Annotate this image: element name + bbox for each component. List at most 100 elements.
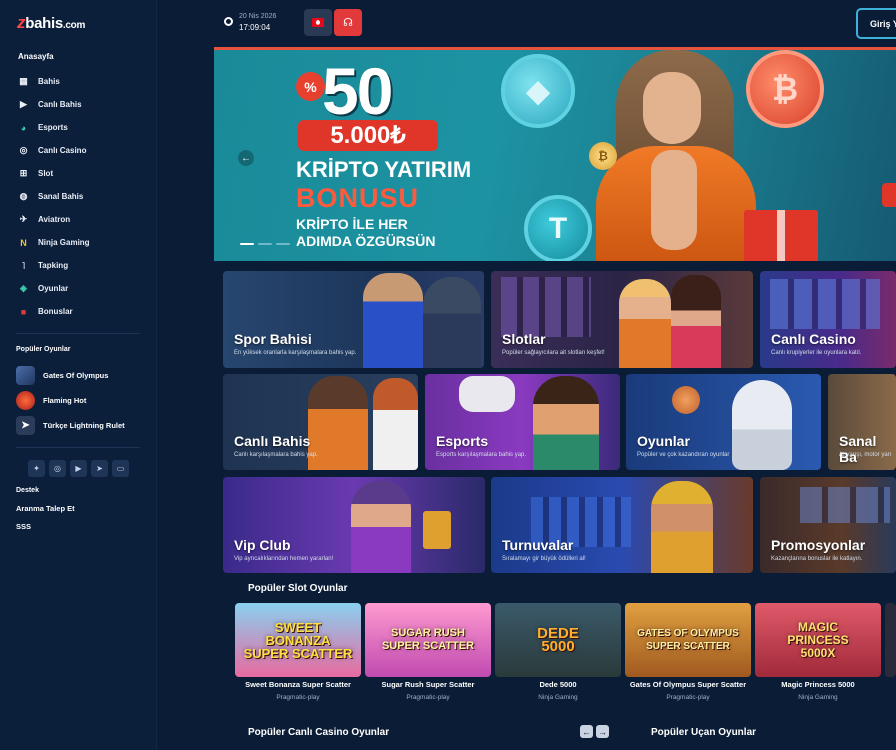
popular-game-item[interactable]: Gates Of Olympus: [16, 363, 125, 388]
carousel-next-button[interactable]: →: [596, 725, 609, 738]
game-card[interactable]: GATES OF OLYMPUS SUPER SCATTER: [625, 603, 751, 677]
category-card-turnuvalar[interactable]: Turnuvalar Sıralamayı gir büyük ödülleri…: [491, 477, 753, 573]
carousel-dot[interactable]: [240, 243, 254, 245]
live-support-button[interactable]: ☊: [334, 9, 362, 36]
category-card-canli-casino[interactable]: Canlı Casino Canlı krupiyerler ile oyunl…: [760, 271, 896, 368]
hero-banner[interactable]: ◆ ₿ T ₿ ← % 50 5.000₺ KRİPTO YATIRIM BON…: [214, 47, 896, 261]
category-card-sanal-bahis[interactable]: Sanal Ba At yarışı, motor yarı: [828, 374, 896, 470]
game-card[interactable]: SWEET BONANZA SUPER SCATTER: [235, 603, 361, 677]
sidebar-item-slot[interactable]: ⊞ Slot: [0, 162, 157, 185]
youtube-icon[interactable]: ▶: [70, 460, 87, 477]
game-art-title: MAGIC PRINCESS 5000X: [787, 619, 849, 660]
sidebar: zbahis.com Anasayfa ▦ Bahis ▶ Canlı Bahis …: [0, 0, 157, 750]
category-card-slotlar[interactable]: Slotlar Popüler sağlayıcılara ait slotla…: [491, 271, 753, 368]
game-provider: Pragmatic-play: [276, 694, 320, 701]
virtual-icon: ◍: [19, 191, 28, 201]
game-thumbnail: [16, 366, 35, 385]
game-card-partial[interactable]: [885, 603, 896, 677]
woman-illustration: [671, 275, 721, 368]
popular-game-label: Flaming Hot: [43, 396, 87, 405]
sidebar-item-label: Slot: [38, 169, 54, 178]
hero-headline-accent: BONUSU: [296, 183, 420, 213]
helmet-player-illustration: [423, 277, 481, 368]
hero-prev-arrow[interactable]: ←: [238, 150, 254, 166]
headset-icon: ☊: [343, 17, 353, 29]
logo-domain: .com: [62, 20, 86, 31]
clock-icon: [224, 17, 233, 26]
language-button[interactable]: [304, 9, 332, 36]
current-date: 20 Nis 2026: [239, 13, 277, 20]
live-tv-icon: ▶: [20, 99, 27, 109]
popular-game-item[interactable]: ➤ Türkçe Lightning Rulet: [16, 413, 125, 438]
game-provider: Ninja Gaming: [798, 694, 838, 701]
category-subtitle: At yarışı, motor yarı: [839, 452, 892, 458]
social-links: ✦ ◎ ▶ ➤ ▭: [28, 460, 129, 477]
sidebar-item-oyunlar[interactable]: ◈ Oyunlar: [0, 277, 157, 300]
game-provider: Ninja Gaming: [538, 694, 578, 701]
category-subtitle: Vip ayrıcalıklarından hemen yararlan!: [234, 556, 334, 562]
carousel-prev-button[interactable]: ←: [580, 725, 593, 738]
game-thumbnail: ➤: [16, 416, 35, 435]
grid-icon: ▦: [19, 76, 28, 86]
telegram-icon[interactable]: ➤: [91, 460, 108, 477]
sidebar-item-tapking[interactable]: ˥ Tapking: [0, 254, 157, 277]
carousel-dots: [240, 243, 290, 245]
bonus-amount: 5.000₺: [298, 120, 438, 151]
chest: [651, 150, 697, 250]
tap-icon: ˥: [21, 260, 26, 271]
sidebar-divider: [16, 333, 140, 334]
category-title: Vip Club: [234, 537, 291, 553]
nav-heading[interactable]: Anasayfa: [18, 52, 54, 61]
category-card-oyunlar[interactable]: Oyunlar Popüler ve çok kazandıran oyunla…: [626, 374, 821, 470]
game-card[interactable]: DEDE 5000: [495, 603, 621, 677]
category-subtitle: Popüler sağlayıcılara ait slotları keşfe…: [502, 350, 605, 356]
login-button[interactable]: Giriş Y: [856, 8, 896, 39]
logo[interactable]: zbahis.com: [17, 13, 85, 33]
casino-room-illustration: [800, 487, 890, 523]
sidebar-item-ninja-gaming[interactable]: N Ninja Gaming: [0, 231, 157, 254]
tether-coin-icon: T: [524, 195, 592, 261]
game-name: Dede 5000: [539, 680, 577, 689]
twitter-icon[interactable]: ✦: [28, 460, 45, 477]
popular-game-item[interactable]: Flaming Hot: [16, 388, 125, 413]
game-card[interactable]: MAGIC PRINCESS 5000X: [755, 603, 881, 677]
instagram-icon[interactable]: ◎: [49, 460, 66, 477]
popular-games-heading: Popüler Oyunlar: [16, 346, 71, 353]
sidebar-item-canli-casino[interactable]: ◎ Canlı Casino: [0, 139, 157, 162]
game-name: Sugar Rush Super Scatter: [381, 680, 475, 689]
callback-request-link[interactable]: Aranma Talep Et: [16, 504, 75, 513]
game-card[interactable]: SUGAR RUSH SUPER SCATTER: [365, 603, 491, 677]
category-card-vip-club[interactable]: Vip Club Vip ayrıcalıklarından hemen yar…: [223, 477, 485, 573]
category-card-canli-bahis[interactable]: Canlı Bahis Canlı karşılaşmalara bahis y…: [223, 374, 418, 470]
slot-machines-illustration: [501, 277, 591, 337]
game-art-title: GATES OF OLYMPUS SUPER SCATTER: [637, 628, 739, 652]
gift-box-icon: [744, 210, 818, 261]
hero-side-tab[interactable]: [882, 183, 896, 207]
sidebar-item-esports[interactable]: ◕ Esports: [0, 116, 157, 139]
ninja-icon: N: [20, 237, 27, 248]
sidebar-item-canli-bahis[interactable]: ▶ Canlı Bahis: [0, 93, 157, 116]
category-title: Spor Bahisi: [234, 331, 312, 347]
popular-slots-title: Popüler Slot Oyunlar: [248, 583, 348, 594]
category-title: Oyunlar: [637, 433, 690, 449]
faq-link[interactable]: SSS: [16, 522, 31, 531]
sidebar-item-aviatron[interactable]: ✈ Aviatron: [0, 208, 157, 231]
planet-illustration: [672, 386, 700, 414]
category-card-promosyonlar[interactable]: Promosyonlar Kazançlarına bonuslar ile k…: [760, 477, 896, 573]
gamepad-illustration: [459, 376, 515, 412]
popular-games-list: Gates Of Olympus Flaming Hot ➤ Türkçe Lig…: [16, 363, 125, 438]
popular-game-label: Türkçe Lightning Rulet: [43, 421, 125, 430]
category-card-esports[interactable]: Esports Esports karşılaşmalara bahis yap…: [425, 374, 620, 470]
category-title: Turnuvalar: [502, 537, 574, 553]
gamer-illustration: [533, 376, 599, 470]
category-card-spor-bahisi[interactable]: Spor Bahisi En yüksek oranlarla karşılaş…: [223, 271, 484, 368]
sidebar-item-bonuslar[interactable]: ■ Bonuslar: [0, 300, 157, 323]
carousel-dot[interactable]: [276, 243, 290, 245]
carousel-dot[interactable]: [258, 243, 272, 245]
sidebar-item-sanal-bahis[interactable]: ◍ Sanal Bahis: [0, 185, 157, 208]
category-subtitle: Canlı karşılaşmalara bahis yap.: [234, 452, 318, 458]
tv-icon[interactable]: ▭: [112, 460, 129, 477]
sidebar-item-label: Canlı Bahis: [38, 100, 82, 109]
sidebar-item-bahis[interactable]: ▦ Bahis: [0, 70, 157, 93]
sidebar-item-label: Oyunlar: [38, 284, 69, 293]
